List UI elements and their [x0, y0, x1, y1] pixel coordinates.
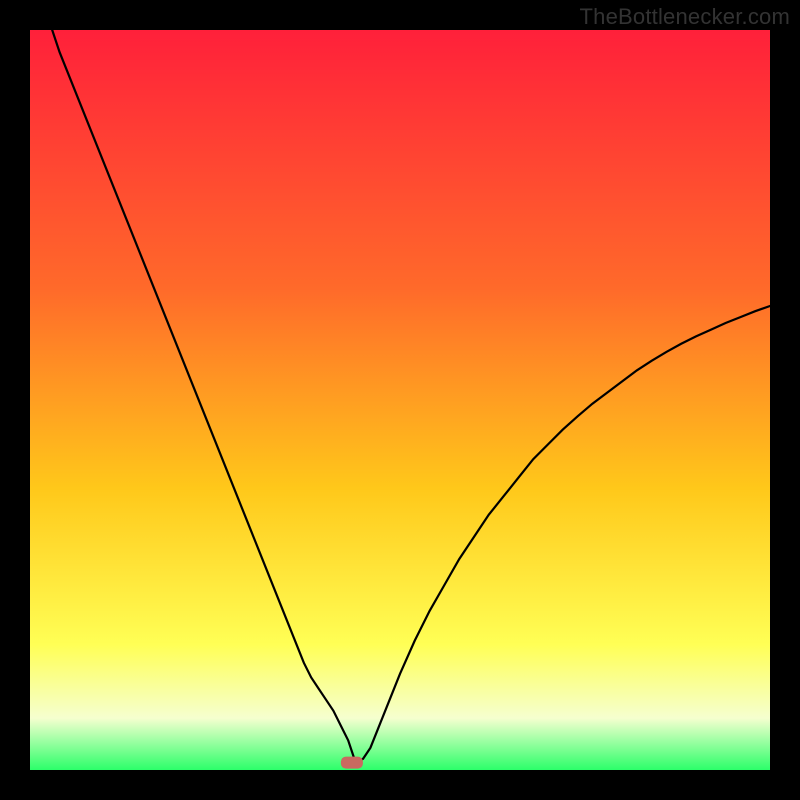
gradient-background	[30, 30, 770, 770]
chart-svg	[30, 30, 770, 770]
chart-frame: TheBottlenecker.com	[0, 0, 800, 800]
attribution-label: TheBottlenecker.com	[580, 4, 790, 30]
plot-area	[30, 30, 770, 770]
optimum-marker	[341, 757, 363, 769]
